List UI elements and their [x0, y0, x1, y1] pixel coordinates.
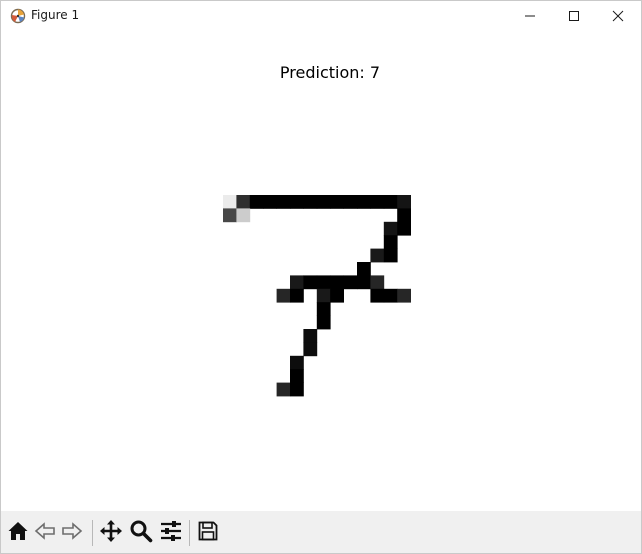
image-pixel — [397, 221, 411, 236]
image-pixel — [397, 208, 411, 223]
toolbar-separator — [189, 520, 190, 546]
image-pixel — [330, 288, 344, 303]
save-button[interactable] — [195, 520, 221, 546]
image-pixel — [249, 195, 264, 209]
maximize-icon — [568, 7, 580, 26]
home-icon — [7, 520, 29, 546]
image-pixel — [330, 275, 344, 290]
image-pixel — [330, 195, 344, 209]
digit-image — [223, 195, 411, 397]
image-pixel — [290, 369, 304, 383]
save-icon — [197, 520, 219, 546]
title-bar[interactable]: Figure 1 — [1, 1, 641, 31]
maximize-button[interactable] — [551, 1, 597, 31]
figure-window: Figure 1 Prediction: 7 — [0, 0, 642, 554]
image-pixel — [290, 288, 304, 303]
image-pixel — [316, 288, 331, 303]
pan-icon — [99, 519, 123, 547]
image-pixel — [236, 208, 251, 223]
back-button[interactable] — [32, 520, 58, 546]
toolbar-separator — [92, 520, 93, 546]
image-pixel — [383, 195, 398, 209]
image-pixel — [263, 195, 277, 209]
image-pixel — [276, 195, 291, 209]
image-pixel — [370, 288, 385, 303]
figure-canvas[interactable]: Prediction: 7 — [1, 31, 641, 511]
image-pixel — [357, 195, 371, 209]
image-pixel — [357, 262, 371, 276]
image-pixel — [223, 208, 237, 223]
image-pixel — [223, 195, 237, 209]
image-pixel — [397, 288, 411, 303]
back-icon — [34, 520, 56, 546]
image-pixel — [290, 275, 304, 290]
image-pixel — [383, 248, 398, 263]
image-pixel — [383, 288, 398, 303]
image-pixel — [343, 195, 358, 209]
image-pixel — [383, 235, 398, 249]
home-button[interactable] — [5, 520, 31, 546]
image-pixel — [290, 195, 304, 209]
forward-icon — [61, 520, 83, 546]
zoom-button[interactable] — [128, 520, 154, 546]
zoom-icon — [129, 519, 153, 547]
minimize-button[interactable] — [507, 1, 553, 31]
image-pixel — [236, 195, 251, 209]
image-pixel — [290, 382, 304, 397]
window-title: Figure 1 — [31, 8, 80, 22]
image-pixel — [316, 315, 331, 330]
image-pixel — [316, 195, 331, 209]
image-pixel — [370, 195, 385, 209]
image-pixel — [383, 221, 398, 236]
close-button[interactable] — [595, 1, 641, 31]
pan-button[interactable] — [98, 520, 124, 546]
image-pixel — [316, 275, 331, 290]
image-pixel — [303, 275, 318, 290]
image-pixel — [290, 355, 304, 370]
matplotlib-icon — [9, 7, 27, 25]
image-pixel — [370, 248, 385, 263]
image-pixel — [357, 275, 371, 290]
image-pixel — [303, 329, 318, 343]
image-pixel — [343, 275, 358, 290]
image-pixel — [303, 342, 318, 357]
image-pixel — [370, 275, 385, 290]
image-pixel — [303, 195, 318, 209]
image-pixel — [276, 382, 291, 397]
image-pixel — [316, 302, 331, 316]
image-pixel — [397, 195, 411, 209]
navigation-toolbar — [1, 511, 641, 553]
image-pixel — [276, 288, 291, 303]
configure-subplots-button[interactable] — [158, 520, 184, 546]
forward-button[interactable] — [59, 520, 85, 546]
minimize-icon — [524, 7, 536, 26]
configure-subplots-icon — [159, 519, 183, 547]
close-icon — [612, 7, 624, 26]
